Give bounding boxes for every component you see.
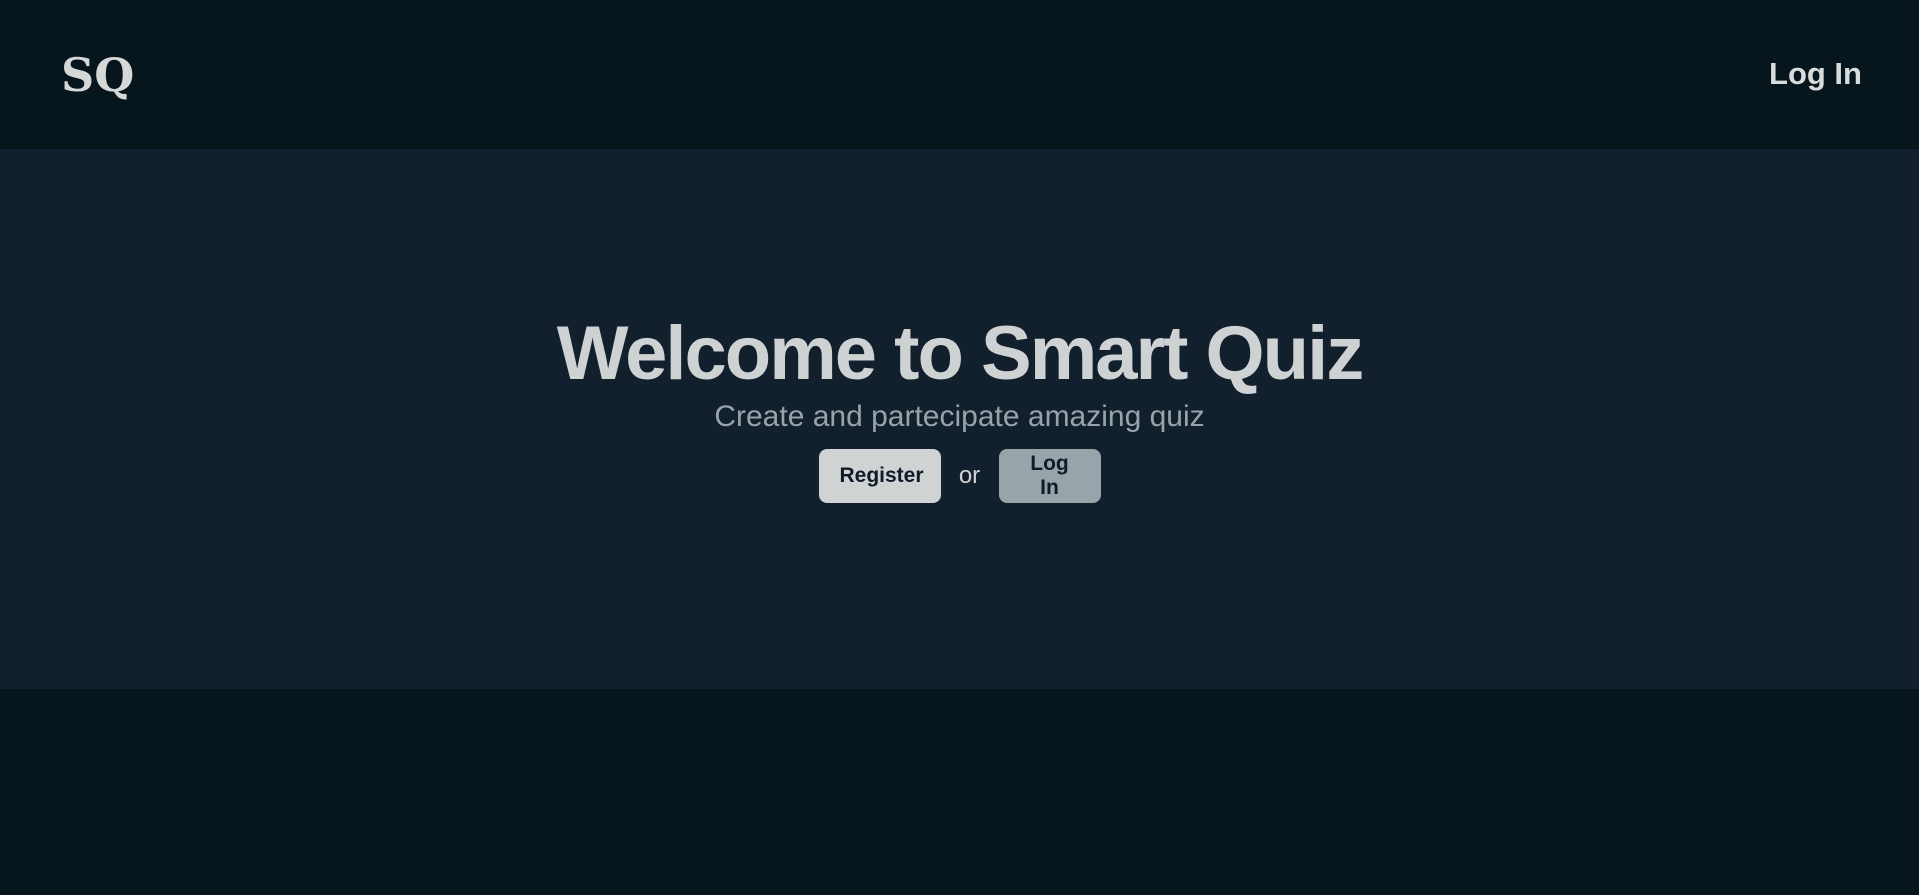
hero-title: Welcome to Smart Quiz (556, 311, 1364, 396)
or-separator-text: or (958, 462, 981, 489)
hero-subtitle: Create and partecipate amazing quiz (714, 400, 1205, 433)
page-footer-area (0, 689, 1919, 895)
hero-section: Welcome to Smart Quiz Create and parteci… (0, 149, 1919, 689)
call-to-action-row: Register or Log In (0, 449, 1919, 503)
top-navigation-bar: SQ Log In (0, 0, 1919, 149)
nav-login-link[interactable]: Log In (1769, 52, 1862, 96)
hero-content: Welcome to Smart Quiz Create and parteci… (0, 311, 1919, 503)
logo[interactable]: SQ (61, 47, 134, 103)
login-button[interactable]: Log In (998, 449, 1101, 503)
register-button[interactable]: Register (818, 449, 941, 503)
